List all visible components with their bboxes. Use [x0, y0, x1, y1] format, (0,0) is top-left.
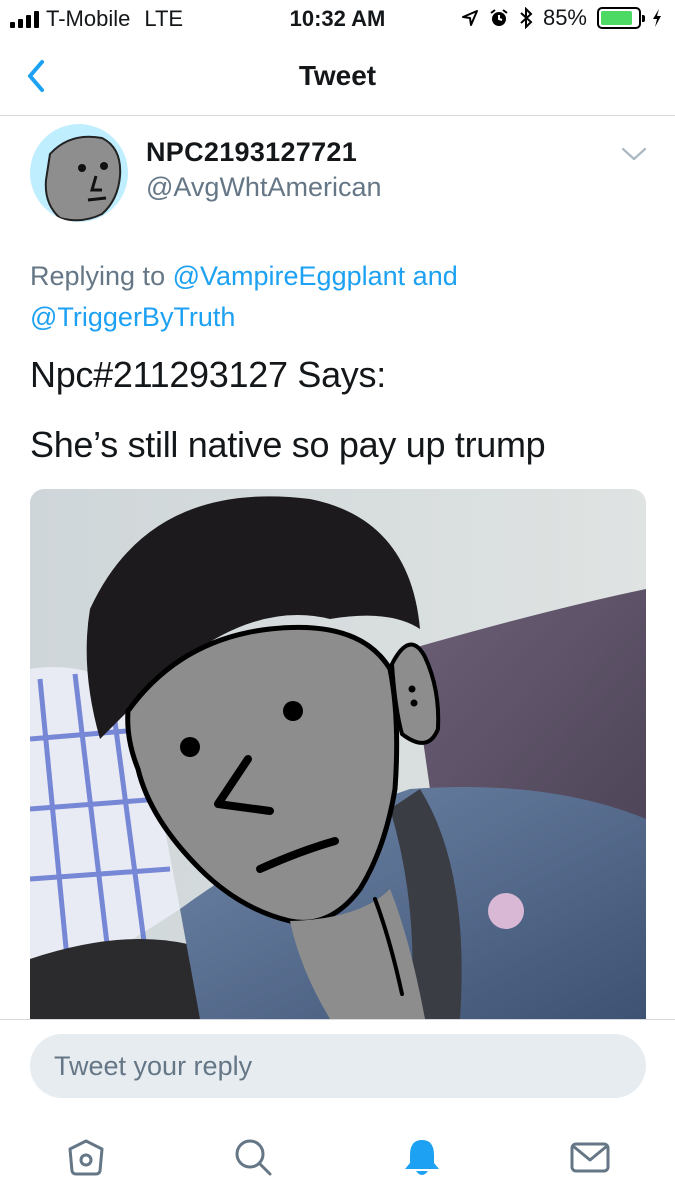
notifications-icon: [405, 1140, 439, 1175]
tweet-photo[interactable]: [30, 489, 646, 1019]
user-handle[interactable]: @AvgWhtAmerican: [146, 172, 382, 203]
chevron-down-icon[interactable]: [621, 146, 647, 162]
npc-face-icon: [44, 135, 122, 222]
tab-notifications[interactable]: [400, 1135, 444, 1179]
battery-percent: 85%: [542, 5, 587, 30]
tweet-text-line: She’s still native so pay up trump: [30, 424, 546, 465]
reply-input[interactable]: [30, 1034, 646, 1098]
status-bar: T-Mobile LTE 10:32 AM 85%: [0, 0, 675, 40]
display-name[interactable]: NPC2193127721: [146, 137, 357, 168]
tweet-text-line: Npc#211293127 Says:: [30, 354, 386, 395]
location-icon: [461, 10, 478, 26]
mention-conjunction: and: [412, 261, 458, 291]
avatar[interactable]: [30, 124, 128, 222]
alarm-icon: [490, 9, 508, 26]
page-title: Tweet: [298, 60, 377, 91]
replying-to: Replying to @VampireEggplant and @Trigge…: [30, 256, 630, 338]
search-icon: [235, 1139, 272, 1176]
tab-search[interactable]: [231, 1135, 275, 1179]
mention-link[interactable]: @TriggerByTruth: [30, 302, 235, 332]
reply-area: [0, 1019, 675, 1115]
mention-link[interactable]: @VampireEggplant: [173, 261, 406, 291]
nav-bar: Tweet: [0, 40, 675, 116]
home-icon: [68, 1139, 104, 1176]
status-right: 85%: [461, 5, 663, 31]
messages-icon: [570, 1142, 610, 1173]
replying-prefix: Replying to: [30, 261, 166, 291]
tab-bar: [0, 1115, 675, 1200]
tab-home[interactable]: [64, 1135, 108, 1179]
tab-messages[interactable]: [568, 1135, 612, 1179]
battery-icon: [597, 7, 645, 29]
bluetooth-icon: [520, 7, 533, 29]
charging-icon: [653, 9, 661, 27]
